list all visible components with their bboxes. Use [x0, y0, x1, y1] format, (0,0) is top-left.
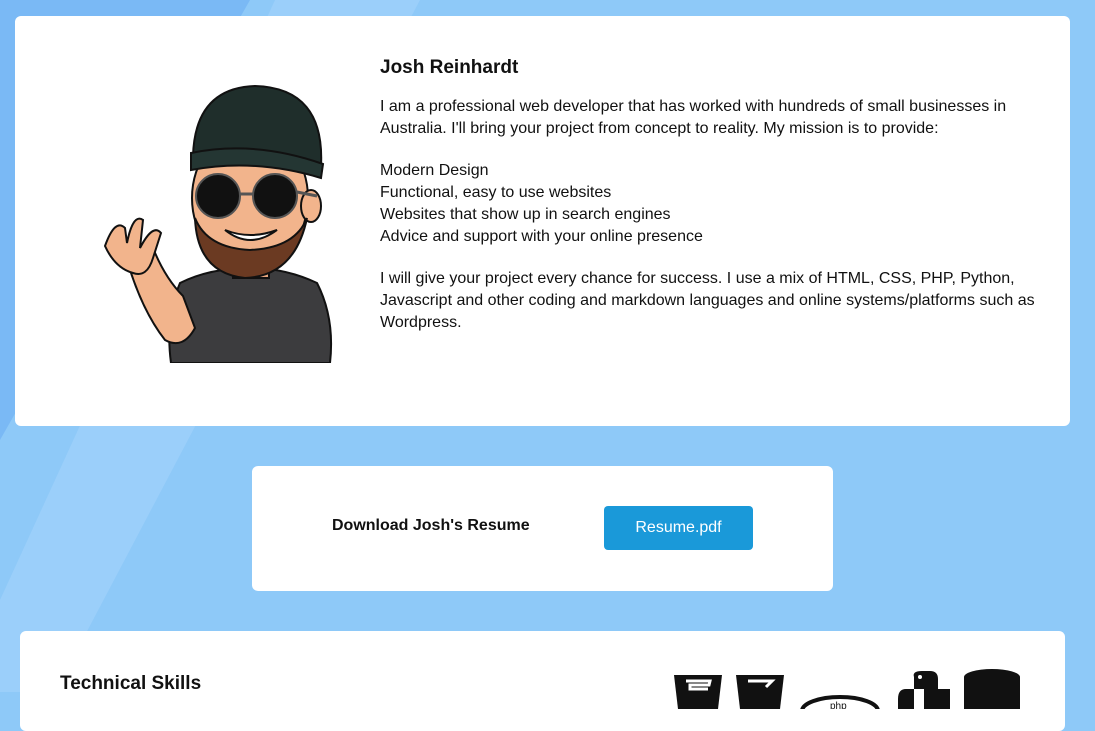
avatar [85, 78, 355, 364]
intro-paragraph: I am a professional web developer that h… [380, 98, 1007, 137]
php-icon: php [800, 695, 880, 709]
css3-icon [736, 675, 784, 709]
resume-download-button[interactable]: Resume.pdf [604, 506, 753, 550]
svg-text:php: php [830, 701, 847, 709]
provides-list: Modern Design Functional, easy to use we… [380, 160, 1040, 248]
list-item: Websites that show up in search engines [380, 206, 671, 223]
html5-icon [674, 675, 722, 709]
skill-icons: php [674, 669, 1020, 709]
skills-card: Technical Skills php [20, 631, 1065, 731]
python-icon [898, 671, 950, 709]
list-item: Functional, easy to use websites [380, 184, 612, 201]
resume-card: Download Josh's Resume Resume.pdf [252, 466, 833, 591]
about-text: Josh Reinhardt I am a professional web d… [380, 56, 1040, 354]
avatar-illustration [103, 84, 333, 364]
about-card: Josh Reinhardt I am a professional web d… [15, 16, 1070, 426]
resume-label: Download Josh's Resume [332, 517, 530, 534]
closing-paragraph: I will give your project every chance fo… [380, 270, 1035, 331]
profile-name: Josh Reinhardt [380, 57, 519, 78]
list-item: Advice and support with your online pres… [380, 228, 703, 245]
list-item: Modern Design [380, 162, 489, 179]
database-icon [964, 669, 1020, 709]
